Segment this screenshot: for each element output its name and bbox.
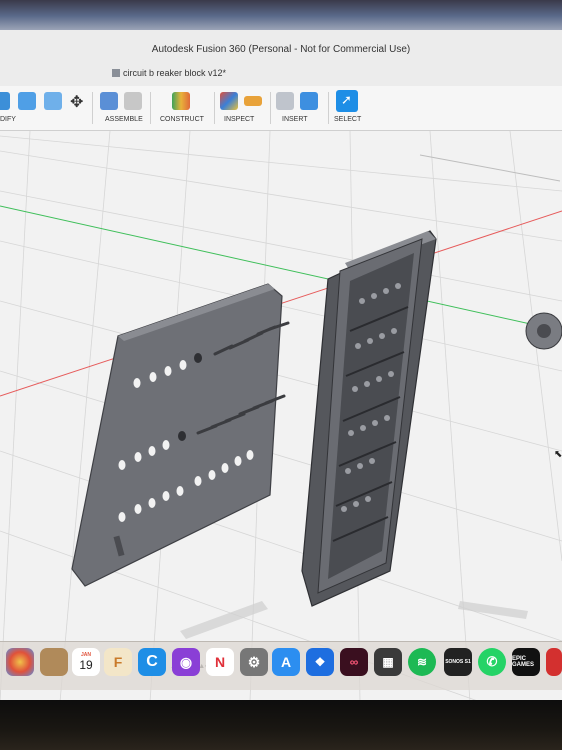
toolbar-separator [270, 92, 271, 124]
modify-group[interactable]: DIFY [0, 92, 70, 128]
fusion-window: Autodesk Fusion 360 (Personal - Not for … [0, 30, 562, 702]
modify-menu-label[interactable]: DIFY [0, 116, 16, 123]
move-arrows-icon[interactable]: ✥ [70, 92, 83, 112]
insert-canvas-icon[interactable] [300, 92, 318, 110]
fillet-icon[interactable] [18, 92, 36, 110]
assemble-menu-label[interactable]: ASSEMBLE [105, 116, 143, 123]
podcasts-app-icon[interactable]: ◉ [172, 648, 200, 676]
press-pull-icon[interactable] [0, 92, 10, 110]
inspect-menu-label[interactable]: INSPECT [224, 116, 254, 123]
shell-icon[interactable] [44, 92, 62, 110]
window-title: Autodesk Fusion 360 (Personal - Not for … [151, 44, 411, 55]
toolbar-separator [150, 92, 151, 124]
cura-app-icon[interactable]: C [138, 648, 166, 676]
macos-dock: JAN 19 F C ◉ N ⚙ A ❖ ∞ ▦ ≋ SONOS S1 ✆ EP… [0, 641, 562, 690]
calendar-app-icon[interactable]: JAN 19 [72, 648, 100, 676]
spotify-app-icon[interactable]: ≋ [408, 648, 436, 676]
panel-knob [194, 353, 202, 363]
floor-shadow [180, 601, 528, 639]
select-group[interactable]: ➚ SELECT [334, 90, 374, 128]
creative-cloud-icon[interactable]: ∞ [340, 648, 368, 676]
measure-icon[interactable] [244, 96, 262, 106]
view-horizon-line [419, 154, 561, 182]
offset-plane-icon[interactable] [172, 92, 190, 110]
insert-group[interactable]: INSERT [276, 92, 326, 128]
document-tab[interactable]: circuit b reaker block v12* [112, 65, 226, 81]
document-icon [112, 69, 120, 77]
epic-label: EPIC GAMES [512, 656, 535, 668]
system-preferences-icon[interactable]: ⚙ [240, 648, 268, 676]
ground-grid [0, 130, 562, 702]
panel-knob [178, 431, 186, 441]
insert-derive-icon[interactable] [276, 92, 294, 110]
fusion-app-icon[interactable]: F [104, 648, 132, 676]
dropbox-app-icon[interactable]: ❖ [306, 648, 334, 676]
breaker-enclosure[interactable] [301, 230, 437, 607]
app-store-icon[interactable]: A [272, 648, 300, 676]
epic-games-app-icon[interactable]: EPIC GAMES [512, 648, 540, 676]
finder-folder-app-icon[interactable] [40, 648, 68, 676]
select-menu-label[interactable]: SELECT [334, 116, 361, 123]
adobe-app-icon[interactable] [546, 648, 562, 676]
photos-app-icon[interactable] [6, 648, 34, 676]
construct-menu-label[interactable]: CONSTRUCT [160, 116, 204, 123]
toolbar-separator [92, 92, 93, 124]
joint-icon[interactable] [124, 92, 142, 110]
select-cursor-icon[interactable]: ➚ [336, 90, 358, 112]
sonos-label: SONOS S1 [445, 659, 471, 665]
calendar-day: 19 [79, 658, 93, 672]
construct-group[interactable]: CONSTRUCT [158, 92, 214, 128]
toolbar-separator [214, 92, 215, 124]
insert-menu-label[interactable]: INSERT [282, 116, 308, 123]
inspect-group[interactable]: INSPECT [220, 92, 270, 128]
new-component-icon[interactable] [100, 92, 118, 110]
news-app-icon[interactable]: N [206, 648, 234, 676]
sonos-app-icon[interactable]: SONOS S1 [444, 648, 472, 676]
3d-viewport[interactable]: ⬉ [0, 130, 562, 702]
whatsapp-app-icon[interactable]: ✆ [478, 648, 506, 676]
monitor-bezel-bottom [0, 700, 562, 750]
assemble-group[interactable]: ASSEMBLE [100, 92, 150, 128]
toolbar-separator [328, 92, 329, 124]
mouse-cursor-icon: ⬉ [554, 449, 562, 460]
rotary-knob[interactable] [525, 312, 562, 350]
move-tool[interactable]: ✥ [70, 92, 90, 128]
interference-icon[interactable] [220, 92, 238, 110]
calculator-app-icon[interactable]: ▦ [374, 648, 402, 676]
viewport-canvas[interactable]: ⬉ [0, 130, 562, 702]
document-tab-label: circuit b reaker block v12* [123, 68, 227, 78]
toolbar: DIFY ASSEMBLE ✥ CONSTRUCT INSPECT INSERT… [0, 86, 562, 131]
